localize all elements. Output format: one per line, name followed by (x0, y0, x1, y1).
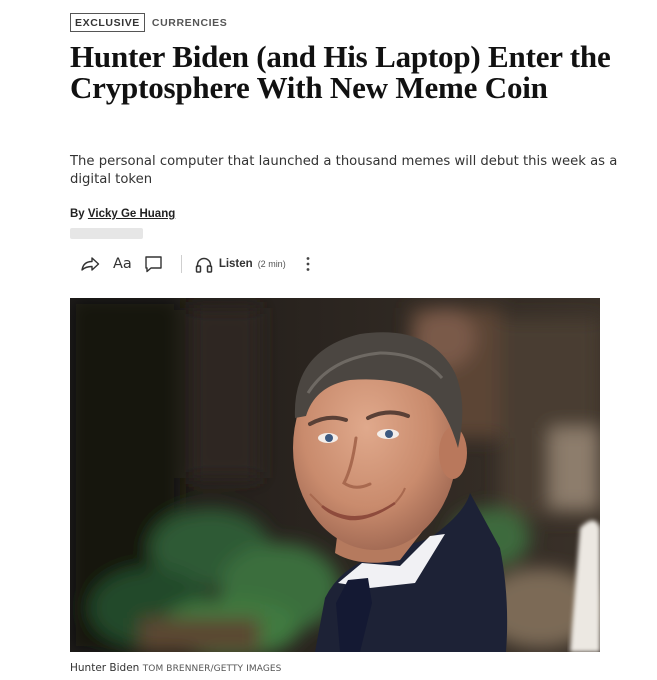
timestamp-placeholder (70, 228, 143, 239)
share-icon[interactable] (80, 256, 100, 272)
more-icon[interactable] (305, 256, 311, 272)
author-link[interactable]: Vicky Ge Huang (88, 208, 175, 220)
comment-icon[interactable] (144, 255, 163, 273)
listen-button[interactable]: Listen (2 min) (195, 256, 286, 273)
article-toolbar: Aa Listen (2 min) (80, 253, 311, 275)
article-dek: The personal computer that launched a th… (70, 154, 618, 187)
byline-prefix: By (70, 208, 85, 220)
listen-label: Listen (218, 258, 253, 270)
exclusive-badge: EXCLUSIVE (70, 13, 145, 32)
article-photo (70, 298, 600, 652)
photo-credit: TOM BRENNER/GETTY IMAGES (142, 664, 282, 674)
listen-duration: (2 min) (257, 259, 286, 269)
article-tags: EXCLUSIVE CURRENCIES (70, 13, 227, 32)
headphones-icon (195, 257, 213, 273)
text-size-icon[interactable]: Aa (113, 256, 132, 272)
article-headline: Hunter Biden (and His Laptop) Enter the … (70, 39, 611, 105)
photo-caption: Hunter Biden TOM BRENNER/GETTY IMAGES (70, 662, 282, 674)
byline: By Vicky Ge Huang (70, 208, 175, 220)
category-link[interactable]: CURRENCIES (152, 17, 227, 29)
caption-text: Hunter Biden (70, 662, 140, 674)
toolbar-divider (180, 255, 182, 273)
